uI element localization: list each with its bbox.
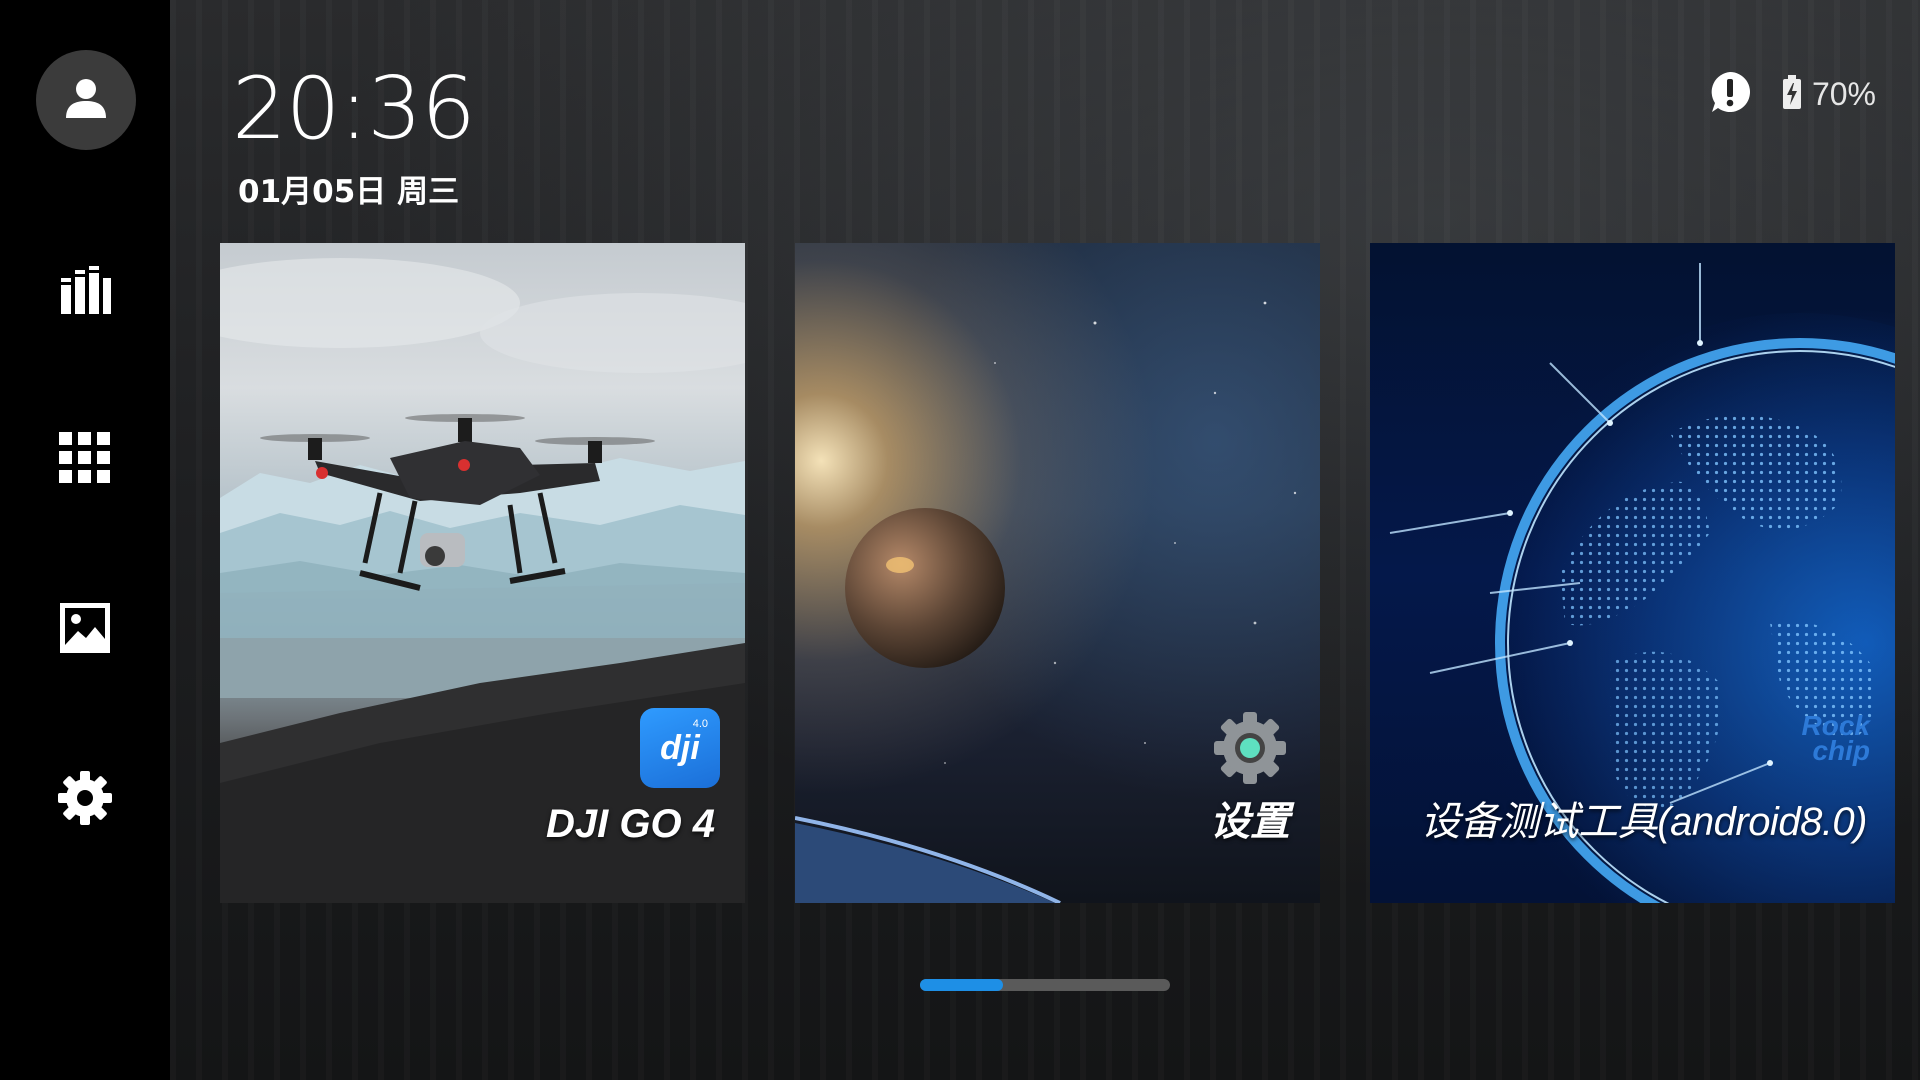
gallery-icon <box>58 601 112 659</box>
status-bar: 70% <box>1708 70 1876 118</box>
apps-grid-icon <box>59 432 111 488</box>
battery-charging-icon <box>1782 75 1802 113</box>
library-icon <box>57 262 113 322</box>
tile-label-settings: 设置 <box>1210 800 1290 844</box>
rockchip-watermark: Rock chip <box>1802 711 1870 767</box>
settings-gear-icon <box>57 770 113 830</box>
clock-time: 20:36 <box>232 59 476 159</box>
dji-app-badge: dji 4.0 <box>640 708 720 788</box>
page-indicator-current <box>920 979 1004 991</box>
app-tile-settings[interactable]: 设置 <box>795 243 1320 903</box>
sidebar-item-settings[interactable] <box>45 760 125 840</box>
sidebar-item-library[interactable] <box>45 252 125 332</box>
tile-label-device-test-tool: 设备测试工具(android8.0) <box>1420 800 1867 844</box>
user-avatar-icon <box>62 74 110 126</box>
battery-percentage: 70% <box>1811 75 1876 112</box>
user-avatar-button[interactable] <box>36 50 136 150</box>
tile-label-dji-go-4: DJI GO 4 <box>546 802 715 846</box>
battery-indicator: 70% <box>1782 75 1876 113</box>
rockchip-word-2: chip <box>1812 735 1870 767</box>
clock-date: 01月05日 周三 <box>238 174 460 210</box>
sidebar <box>0 0 170 1080</box>
alert-icon[interactable] <box>1708 70 1752 118</box>
settings-app-badge <box>1210 708 1290 788</box>
app-tile-device-test-tool[interactable]: Rock chip 设备测试工具(android8.0) <box>1370 243 1895 903</box>
app-tile-dji-go-4[interactable]: dji 4.0 DJI GO 4 <box>220 243 745 903</box>
dji-version-text: 4.0 <box>692 718 708 730</box>
page-indicator <box>920 979 1170 991</box>
sidebar-item-gallery[interactable] <box>45 590 125 670</box>
dji-logo-text: dji <box>660 728 700 767</box>
sidebar-item-apps[interactable] <box>45 420 125 500</box>
